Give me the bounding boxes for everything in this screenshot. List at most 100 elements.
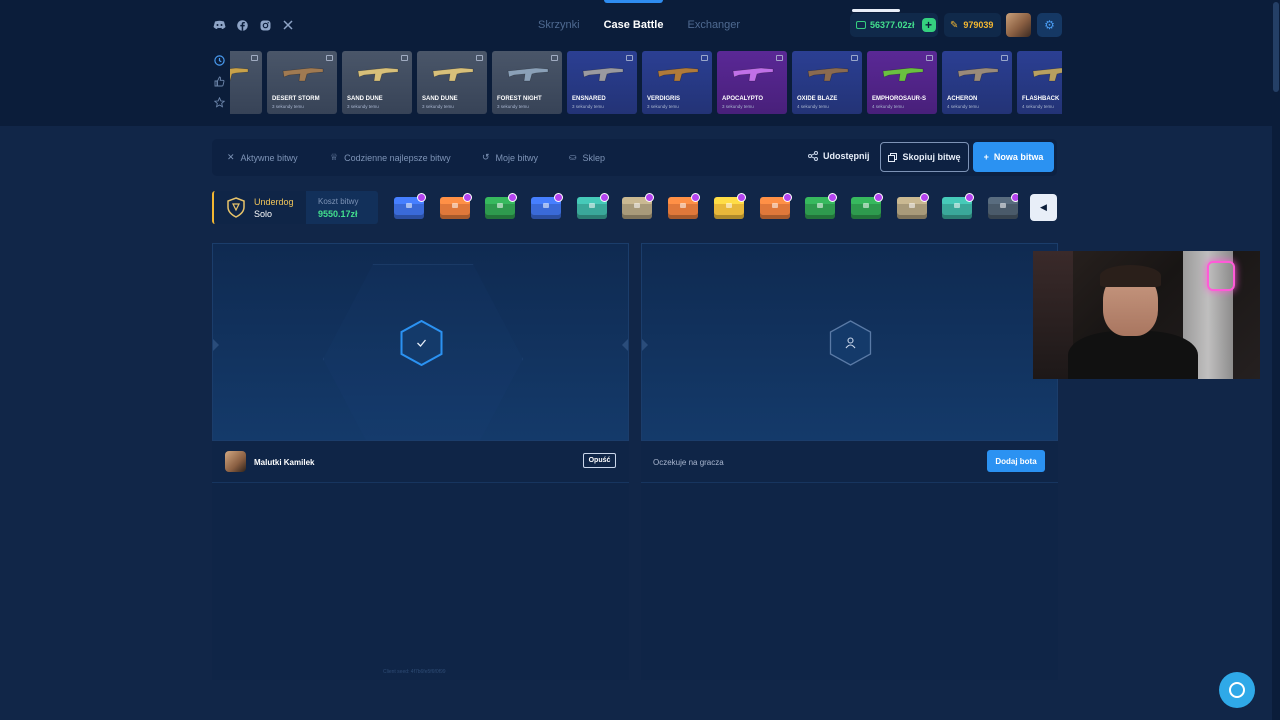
settings-button[interactable]: ⚙ bbox=[1037, 13, 1062, 37]
drop-corner-icon bbox=[251, 55, 258, 61]
client-seed: Client seed: 4f7b6fe5f6f0f99 bbox=[383, 669, 446, 675]
battle-case[interactable] bbox=[849, 193, 883, 221]
case-badge-icon bbox=[508, 193, 518, 202]
drop-card[interactable]: OXIDE BLAZE 4 sekundy temu bbox=[792, 51, 862, 114]
drop-weapon-name: DESERT STORM bbox=[272, 96, 320, 102]
battle-case[interactable] bbox=[620, 193, 655, 221]
user-avatar[interactable] bbox=[1006, 13, 1031, 37]
battle-case[interactable] bbox=[758, 193, 792, 221]
battle-cost-label: Koszt bitwy bbox=[318, 197, 359, 206]
share-button[interactable]: Udostępnij bbox=[808, 151, 870, 161]
new-battle-button[interactable]: + Nowa bitwa bbox=[973, 142, 1054, 172]
waiting-for-player-text: Oczekuje na gracza bbox=[653, 458, 724, 467]
basket-icon: ⛀ bbox=[569, 152, 577, 162]
facebook-icon[interactable] bbox=[234, 17, 250, 33]
drop-card[interactable]: ENSNARED 3 sekundy temu bbox=[567, 51, 637, 114]
battle-case[interactable] bbox=[895, 193, 929, 221]
instagram-icon[interactable] bbox=[257, 17, 273, 33]
drop-card[interactable]: FOREST NIGHT 3 sekundy temu bbox=[492, 51, 562, 114]
drop-time: 3 sekundy temu bbox=[422, 104, 454, 109]
drop-weapon-name: APOCALYPTO bbox=[722, 96, 764, 102]
weapon-icon bbox=[807, 67, 849, 82]
leave-battle-button[interactable]: Opuść bbox=[583, 453, 616, 468]
battle-case[interactable] bbox=[712, 193, 746, 221]
add-bot-button[interactable]: Dodaj bota bbox=[987, 450, 1045, 472]
player-name: Malutki Kamilek bbox=[254, 458, 315, 467]
weapon-icon bbox=[582, 67, 624, 82]
player-slot-2-drops bbox=[641, 483, 1058, 680]
player-slot-2-arena bbox=[641, 243, 1058, 441]
case-lock bbox=[908, 203, 915, 208]
page-scrollbar-thumb[interactable] bbox=[1273, 2, 1279, 92]
player-slot-1: Malutki Kamilek Opuść bbox=[212, 243, 629, 680]
drop-weapon-name: EMPHOROSAUR-S bbox=[872, 96, 927, 102]
copy-battle-button[interactable]: Skopiuj bitwę bbox=[880, 142, 969, 172]
case-lock bbox=[451, 203, 458, 208]
case-lock bbox=[588, 203, 595, 208]
menu-my-battles[interactable]: ↺ Moje bitwy bbox=[482, 152, 538, 163]
drop-card[interactable]: FLASHBACK 4 sekundy temu bbox=[1017, 51, 1062, 114]
nav-exchanger[interactable]: Exchanger bbox=[687, 19, 740, 31]
drop-weapon-name: FOREST NIGHT bbox=[497, 96, 542, 102]
drop-time: 4 sekundy temu bbox=[1022, 104, 1054, 109]
case-lock bbox=[680, 203, 687, 208]
neon-sign bbox=[1207, 261, 1235, 291]
drop-corner-icon bbox=[851, 55, 858, 61]
menu-active-battles[interactable]: ✕ Aktywne bitwy bbox=[227, 152, 298, 163]
snow-decoration bbox=[852, 9, 900, 12]
support-chat-button[interactable] bbox=[1219, 672, 1255, 708]
webcam-streamer-body bbox=[1068, 331, 1198, 379]
battle-cost: Koszt bitwy 9550.17zł bbox=[306, 191, 378, 224]
menu-daily-best[interactable]: ♕ Codzienne najlepsze bitwy bbox=[330, 152, 451, 163]
drop-weapon-name: ENSNARED bbox=[572, 96, 606, 102]
drop-weapon-name: SAND DUNE bbox=[422, 96, 458, 102]
weapon-icon bbox=[1032, 67, 1062, 82]
drop-time: 3 sekundy temu bbox=[647, 104, 679, 109]
drop-time: 4 sekundy temu bbox=[797, 104, 829, 109]
battle-case[interactable] bbox=[438, 193, 472, 221]
cases-scroll-button[interactable]: ◀ bbox=[1030, 194, 1057, 221]
pencil-coin-icon: ✎ bbox=[950, 19, 959, 31]
left-edge-arrow bbox=[642, 339, 648, 351]
nav-case-battle[interactable]: Case Battle bbox=[603, 0, 663, 31]
copy-icon bbox=[888, 152, 898, 162]
drop-card[interactable]: SAND DUNE 3 sekundy temu bbox=[417, 51, 487, 114]
nav-cases[interactable]: Skrzynki bbox=[538, 19, 580, 31]
drop-card[interactable]: SAND DUNE 3 sekundy temu bbox=[342, 51, 412, 114]
deposit-plus-button[interactable]: + bbox=[921, 18, 936, 32]
coins-balance[interactable]: ✎ 979039 bbox=[944, 13, 1001, 37]
weapon-icon bbox=[282, 67, 324, 82]
drop-card[interactable]: ACHERON 4 sekundy temu bbox=[942, 51, 1012, 114]
drop-corner-icon bbox=[701, 55, 708, 61]
drop-corner-icon bbox=[551, 55, 558, 61]
drop-card[interactable]: EMPHOROSAUR-S 4 sekundy temu bbox=[867, 51, 937, 114]
live-drops-feed: E... DESERT STORM 3 sekundy temu SAND DUNE 3… bbox=[230, 51, 1062, 114]
drop-card[interactable]: APOCALYPTO 3 sekundy temu bbox=[717, 51, 787, 114]
discord-icon[interactable] bbox=[211, 17, 227, 33]
battle-case[interactable] bbox=[986, 193, 1018, 221]
menu-shop[interactable]: ⛀ Sklep bbox=[569, 152, 605, 163]
case-badge-icon bbox=[599, 193, 609, 202]
case-lock bbox=[817, 203, 824, 208]
copy-battle-label: Skopiuj bitwę bbox=[902, 152, 961, 162]
x-icon[interactable] bbox=[280, 17, 296, 33]
drop-card[interactable]: VERDIGRIS 3 sekundy temu bbox=[642, 51, 712, 114]
battle-case[interactable] bbox=[529, 193, 564, 221]
case-lock bbox=[999, 203, 1006, 208]
battle-case[interactable] bbox=[666, 193, 701, 221]
weapon-icon bbox=[357, 67, 399, 82]
wallet-balance[interactable]: 56377.02zł + bbox=[850, 13, 938, 37]
star-icon[interactable] bbox=[213, 96, 225, 109]
battle-case[interactable] bbox=[940, 193, 975, 221]
thumbs-up-icon[interactable] bbox=[213, 76, 225, 88]
page-scrollbar[interactable] bbox=[1272, 0, 1280, 720]
drop-card[interactable]: E... bbox=[230, 51, 262, 114]
clock-icon[interactable] bbox=[213, 55, 225, 67]
battle-case[interactable] bbox=[483, 193, 518, 221]
battle-case[interactable] bbox=[575, 193, 609, 221]
drop-card[interactable]: DESERT STORM 3 sekundy temu bbox=[267, 51, 337, 114]
battle-case[interactable] bbox=[803, 193, 838, 221]
weapon-icon bbox=[732, 67, 774, 82]
weapon-icon bbox=[957, 67, 999, 82]
battle-case[interactable] bbox=[392, 193, 426, 221]
